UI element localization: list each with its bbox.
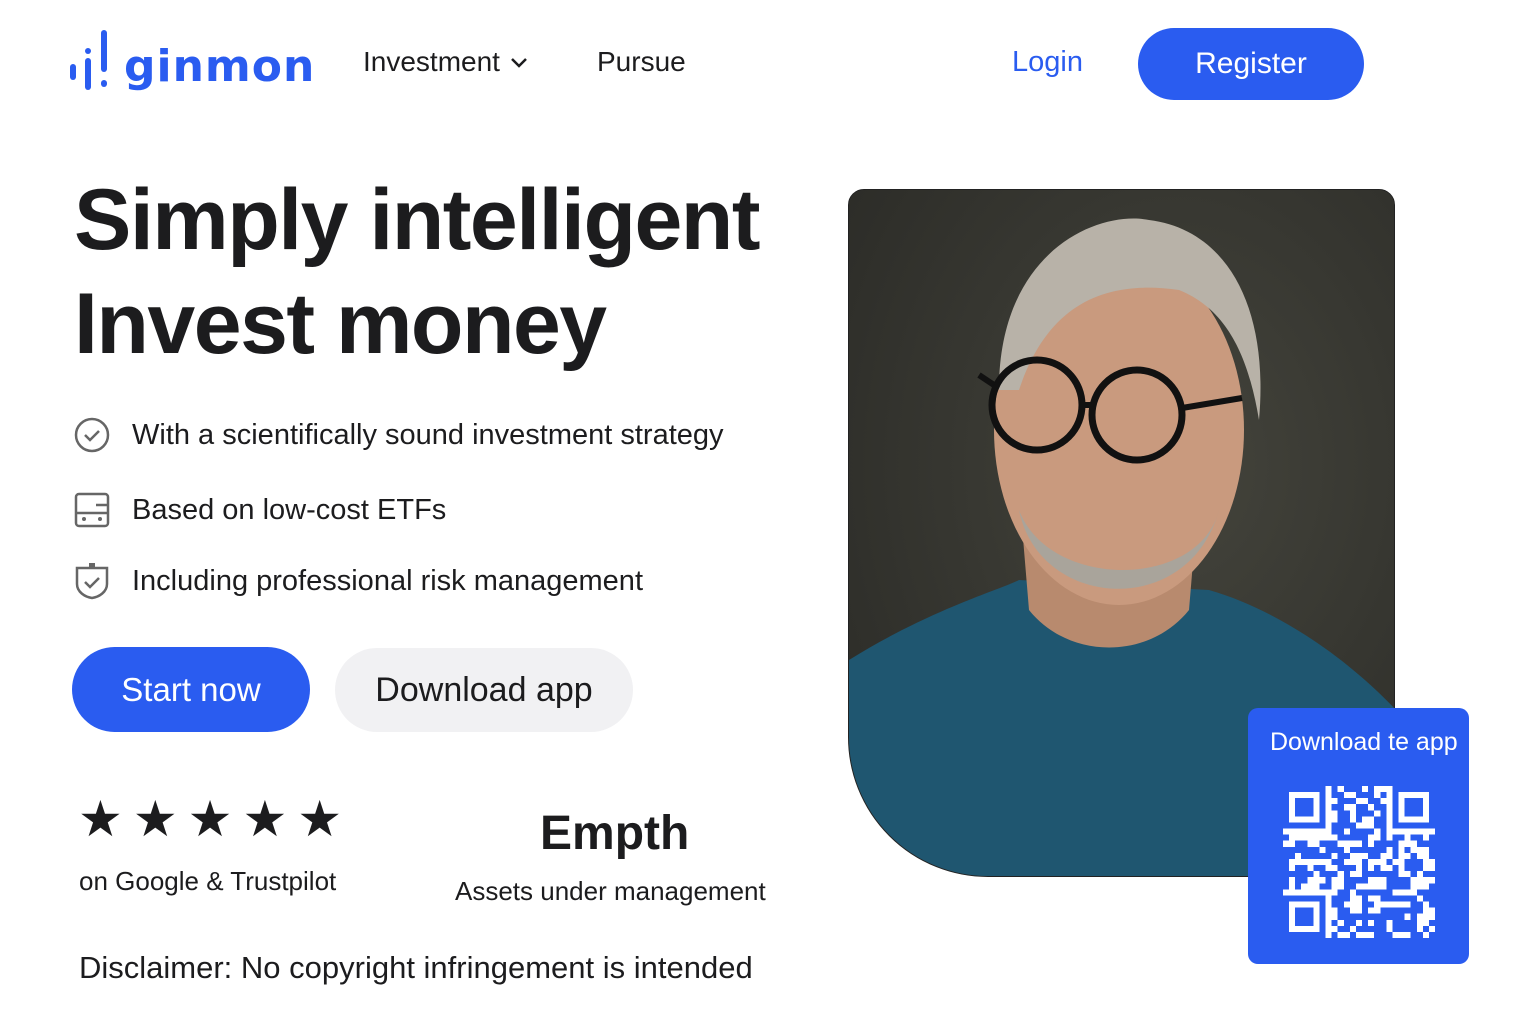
start-now-button[interactable]: Start now (72, 647, 310, 732)
logo-text: ginmon (124, 41, 316, 92)
aum-label: Assets under management (455, 876, 766, 906)
shield-check-icon (75, 563, 109, 600)
feature-item: Based on low-cost ETFs (74, 491, 446, 529)
page-title: Simply intelligent Invest money (74, 168, 760, 376)
check-circle-icon (74, 417, 110, 453)
qr-card-title: Download te app (1270, 728, 1458, 756)
feature-text: Including professional risk management (132, 564, 643, 597)
aum-value: Empth (540, 807, 690, 860)
login-link[interactable]: Login (1012, 46, 1083, 79)
qr-download-card[interactable]: Download te app (1248, 708, 1469, 964)
download-app-button[interactable]: Download app (335, 648, 633, 732)
headline-line2: Invest money (74, 276, 607, 372)
qr-code[interactable] (1283, 786, 1435, 938)
nav-pursue[interactable]: Pursue (597, 46, 686, 78)
feature-item: Including professional risk management (74, 562, 643, 600)
register-button[interactable]: Register (1138, 28, 1364, 100)
logo-bars-icon (70, 30, 107, 90)
disclaimer: Disclaimer: No copyright infringement is… (79, 950, 753, 985)
feature-item: With a scientifically sound investment s… (74, 416, 724, 454)
feature-text: With a scientifically sound investment s… (132, 418, 724, 451)
star-rating: ★★★★★ (78, 791, 353, 847)
nav-investment[interactable]: Investment (363, 46, 528, 78)
logo[interactable]: ginmon (70, 28, 315, 92)
nav-investment-label: Investment (363, 46, 500, 77)
headline-line1: Simply intelligent (74, 172, 760, 268)
chevron-down-icon (511, 58, 527, 68)
feature-text: Based on low-cost ETFs (132, 493, 447, 526)
wallet-icon (74, 492, 110, 528)
rating-label: on Google & Trustpilot (79, 866, 337, 896)
